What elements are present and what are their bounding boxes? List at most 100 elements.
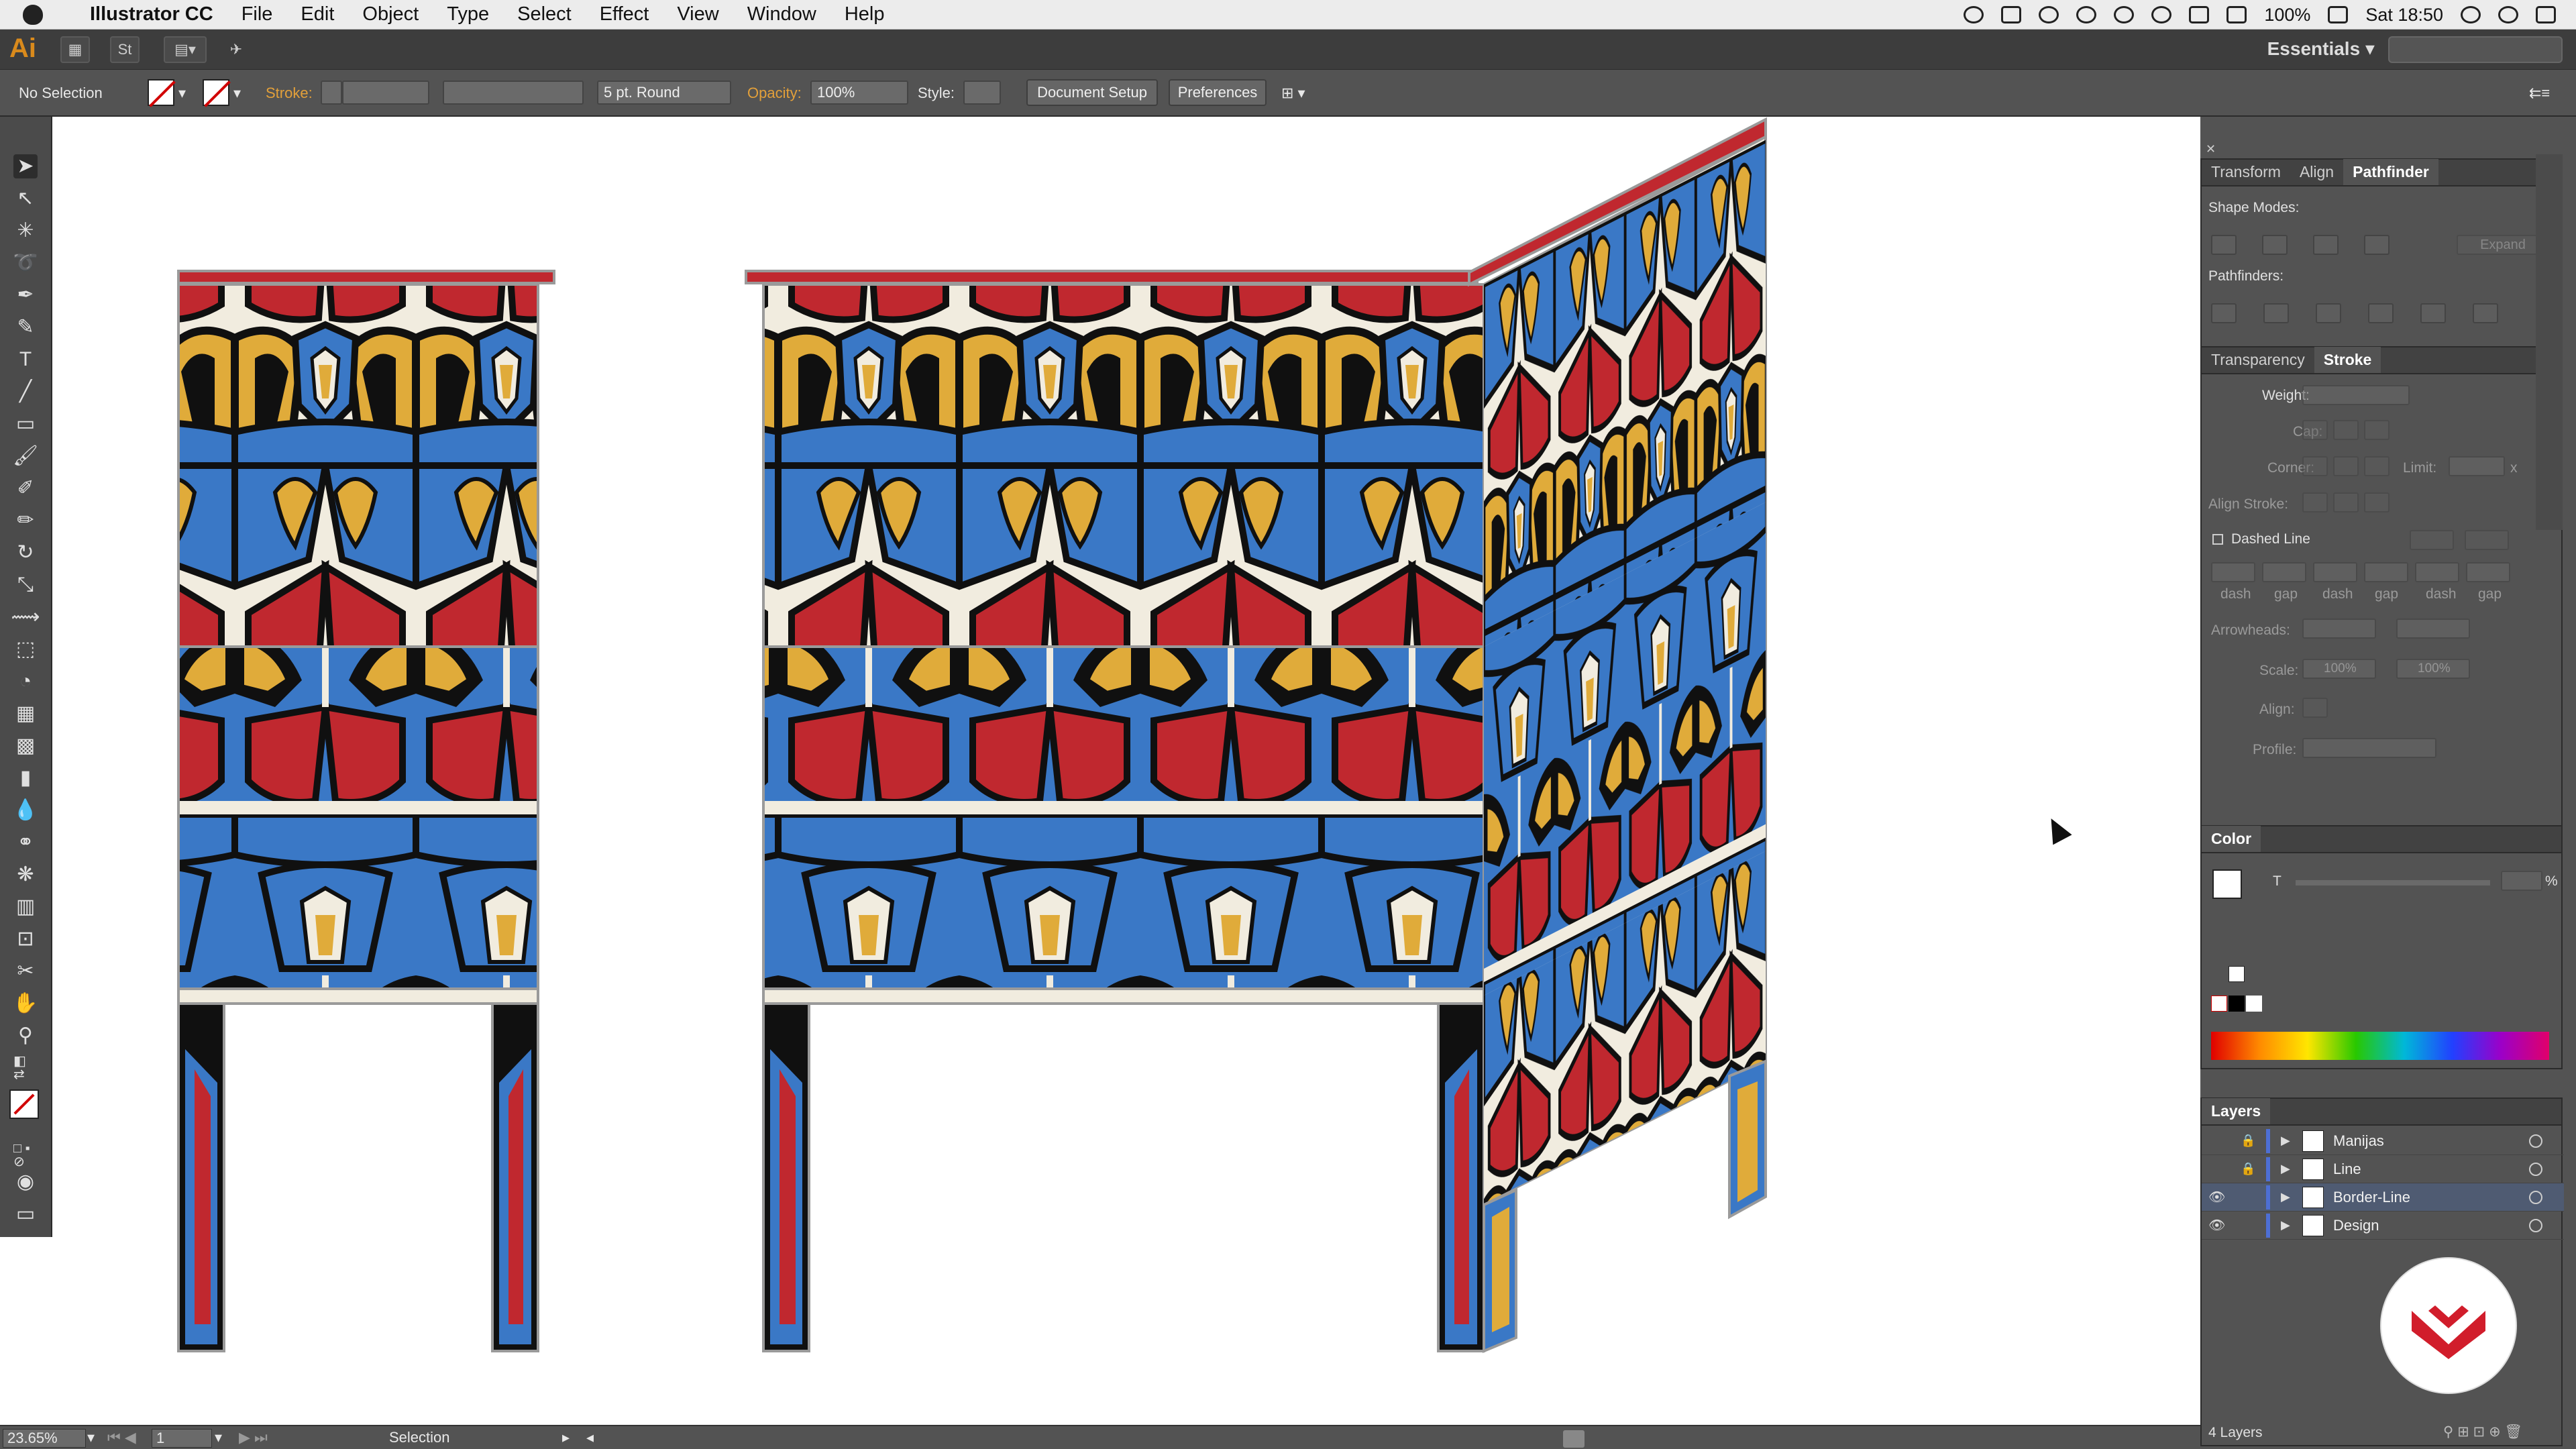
round-join-button[interactable]	[2333, 456, 2359, 476]
white-swatch-2[interactable]	[2246, 996, 2262, 1012]
shaper-tool-icon[interactable]: ✐	[13, 476, 38, 500]
gap-3-field[interactable]	[2466, 562, 2510, 582]
line-tool-icon[interactable]: ╱	[13, 380, 38, 404]
document-setup-button[interactable]: Document Setup	[1026, 79, 1158, 106]
projecting-cap-button[interactable]	[2364, 420, 2390, 440]
width-tool-icon[interactable]: ⟿	[11, 605, 40, 629]
large-cabinet-front[interactable]	[745, 270, 1485, 1352]
variable-width-profile[interactable]	[443, 80, 584, 105]
menu-file[interactable]: File	[241, 3, 273, 25]
search-help-input[interactable]	[2388, 36, 2563, 63]
draw-mode-icon[interactable]: ◉	[13, 1170, 38, 1194]
minus-front-button[interactable]	[2262, 235, 2288, 255]
apple-menu-icon[interactable]	[23, 4, 43, 25]
dash-3-field[interactable]	[2415, 562, 2459, 582]
default-colors-icon[interactable]: ◧ ⇄	[13, 1055, 38, 1081]
artboard-tool-icon[interactable]: ⊡	[13, 927, 38, 951]
horizontal-scroll-left-icon[interactable]: ◂	[586, 1429, 594, 1446]
spotlight-search-icon[interactable]	[2461, 6, 2481, 23]
skype-icon[interactable]	[2076, 6, 2097, 23]
black-swatch[interactable]	[2229, 996, 2245, 1012]
clock[interactable]: Sat 18:50	[2365, 5, 2443, 25]
layer-name[interactable]: Manijas	[2333, 1132, 2384, 1150]
opacity-field[interactable]: 100%	[810, 80, 908, 105]
last-artboard-icon[interactable]: ▶ ⏭	[239, 1429, 268, 1446]
tint-value-field[interactable]	[2501, 871, 2542, 891]
tab-color[interactable]: Color	[2202, 826, 2261, 852]
gap-1-field[interactable]	[2262, 562, 2306, 582]
arrow-start-scale-field[interactable]: 100%	[2302, 659, 2376, 679]
layer-row-line[interactable]: 🔒 ▶ Line	[2202, 1155, 2564, 1183]
dash-1-field[interactable]	[2211, 562, 2255, 582]
stock-button[interactable]: St	[110, 36, 140, 63]
mesh-tool-icon[interactable]: ▩	[13, 734, 38, 758]
stroke-dropdown-arrow[interactable]: ▾	[233, 85, 241, 102]
opacity-label[interactable]: Opacity:	[747, 85, 802, 102]
preferences-button[interactable]: Preferences	[1169, 79, 1267, 106]
butt-cap-button[interactable]	[2302, 420, 2328, 440]
graphic-style-picker[interactable]	[963, 80, 1001, 105]
align-outside-button[interactable]	[2364, 492, 2390, 513]
shape-builder-tool-icon[interactable]: ◔	[13, 669, 38, 694]
menu-view[interactable]: View	[677, 3, 718, 25]
stroke-weight-field[interactable]	[342, 80, 429, 105]
eyedropper-tool-icon[interactable]: 💧	[13, 798, 38, 822]
control-panel-menu-icon[interactable]: ⇇≡	[2529, 85, 2550, 102]
wifi-icon[interactable]	[2151, 6, 2172, 23]
arrow-end-scale-field[interactable]: 100%	[2396, 659, 2470, 679]
screen-mode-icon[interactable]: ▭	[13, 1202, 38, 1226]
tab-align[interactable]: Align	[2290, 159, 2343, 185]
gradient-tool-icon[interactable]: ▮	[13, 766, 38, 790]
left-cabinet[interactable]	[177, 270, 555, 1352]
network-icon[interactable]	[2114, 6, 2135, 23]
tab-pathfinder[interactable]: Pathfinder	[2343, 159, 2438, 185]
menu-edit[interactable]: Edit	[301, 3, 334, 25]
profile-dropdown[interactable]	[2302, 738, 2436, 758]
lock-icon[interactable]: 🔒	[2241, 1134, 2255, 1148]
status-menu-arrow[interactable]: ▸	[562, 1429, 570, 1446]
gap-2-field[interactable]	[2364, 562, 2408, 582]
siri-icon[interactable]	[2498, 6, 2518, 23]
round-cap-button[interactable]	[2333, 420, 2359, 440]
bevel-join-button[interactable]	[2364, 456, 2390, 476]
dashed-line-checkbox[interactable]	[2212, 534, 2223, 545]
cloud-icon[interactable]	[2039, 6, 2059, 23]
blend-tool-icon[interactable]: ⚭	[13, 830, 38, 855]
menu-select[interactable]: Select	[517, 3, 572, 25]
magic-wand-tool-icon[interactable]: ✳	[13, 219, 38, 243]
tab-transform[interactable]: Transform	[2202, 159, 2290, 185]
selection-tool-icon[interactable]: ➤	[13, 154, 38, 178]
pen-tool-icon[interactable]: ✒	[13, 283, 38, 307]
tab-transparency[interactable]: Transparency	[2202, 347, 2314, 373]
brush-definition[interactable]: 5 pt. Round	[597, 80, 731, 105]
lock-icon[interactable]: 🔒	[2241, 1162, 2255, 1176]
align-inside-button[interactable]	[2333, 492, 2359, 513]
column-graph-tool-icon[interactable]: ▥	[13, 895, 38, 919]
limit-field[interactable]	[2449, 456, 2505, 476]
trim-button[interactable]	[2263, 303, 2289, 323]
target-circle-icon[interactable]	[2529, 1218, 2542, 1232]
hand-tool-icon[interactable]: ✋	[13, 991, 38, 1016]
merge-button[interactable]	[2316, 303, 2341, 323]
fill-dropdown-arrow[interactable]: ▾	[178, 85, 186, 102]
current-tool-status[interactable]: Selection	[389, 1429, 450, 1446]
horizontal-scrollbar-thumb[interactable]	[1563, 1430, 1585, 1448]
zoom-tool-icon[interactable]: ⚲	[13, 1024, 38, 1048]
stroke-label[interactable]: Stroke:	[266, 85, 313, 102]
layer-row-design[interactable]: 👁 ▶ Design	[2202, 1212, 2564, 1240]
large-cabinet-side[interactable]	[1468, 117, 1767, 1353]
align-dash-button[interactable]	[2465, 530, 2509, 550]
layer-name[interactable]: Border-Line	[2333, 1189, 2410, 1206]
artboard-navigation-field[interactable]: 1	[152, 1429, 212, 1448]
tint-slider[interactable]	[2296, 880, 2490, 885]
artboard-canvas[interactable]	[54, 117, 2200, 1425]
lasso-tool-icon[interactable]: ➰	[13, 251, 38, 275]
zoom-field[interactable]: 23.65%	[3, 1429, 86, 1448]
expand-arrow-icon[interactable]: ▶	[2281, 1134, 2290, 1148]
paintbrush-tool-icon[interactable]: 🖌	[13, 444, 38, 468]
layers-footer-icons[interactable]: ⚲ ⊞ ⊡ ⊕ 🗑	[2443, 1424, 2522, 1440]
eye-icon[interactable]: 👁	[2208, 1217, 2225, 1234]
menu-type[interactable]: Type	[447, 3, 489, 25]
minus-back-button[interactable]	[2473, 303, 2498, 323]
exclude-button[interactable]	[2364, 235, 2390, 255]
